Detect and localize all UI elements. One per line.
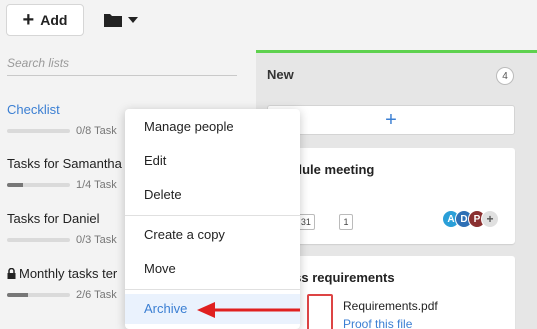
task-count: 0/8 Task	[76, 125, 117, 137]
app-window: + Add Search lists Checklist 0/8 Task Ta…	[0, 0, 537, 329]
progress-bar	[7, 183, 70, 187]
plus-icon: +	[385, 108, 397, 131]
column-count-badge: 4	[496, 67, 514, 85]
task-count: 2/6 Task	[76, 289, 117, 301]
menu-item-manage-people[interactable]: Manage people	[125, 112, 300, 142]
progress-bar	[7, 293, 70, 297]
progress-bar	[7, 238, 70, 242]
folder-icon	[104, 14, 122, 27]
menu-divider	[125, 289, 300, 290]
add-button-label: Add	[40, 12, 68, 28]
proof-file-link[interactable]: Proof this file	[343, 317, 412, 329]
task-count: 0/3 Task	[76, 234, 117, 246]
add-card-button[interactable]: +	[267, 105, 515, 135]
task-count: 1/4 Task	[76, 179, 117, 191]
add-button[interactable]: + Add	[6, 4, 84, 36]
annotation-arrow	[197, 302, 300, 318]
folder-menu-button[interactable]	[104, 8, 148, 32]
progress-bar	[7, 129, 70, 133]
list-title: Monthly tasks ter	[19, 266, 118, 281]
menu-item-move[interactable]: Move	[125, 254, 300, 284]
menu-divider	[125, 215, 300, 216]
comment-count-badge: 1	[339, 214, 353, 230]
pdf-file-icon	[307, 294, 333, 329]
menu-item-create-copy[interactable]: Create a copy	[125, 220, 300, 250]
task-card[interactable]: hedule meeting rs T 31 1 A D P +	[267, 148, 515, 244]
add-assignee-button[interactable]: +	[481, 210, 499, 228]
plus-icon: +	[22, 9, 35, 31]
list-context-menu: Manage people Edit Delete Create a copy …	[125, 109, 300, 329]
menu-item-edit[interactable]: Edit	[125, 146, 300, 176]
assignee-avatars: A D P +	[442, 210, 499, 228]
menu-item-delete[interactable]: Delete	[125, 180, 300, 210]
caret-down-icon	[128, 17, 138, 23]
lock-icon	[7, 267, 16, 279]
search-lists-input[interactable]: Search lists	[7, 52, 237, 76]
column-title: New	[267, 67, 294, 82]
attachment-name[interactable]: Requirements.pdf	[343, 299, 438, 313]
